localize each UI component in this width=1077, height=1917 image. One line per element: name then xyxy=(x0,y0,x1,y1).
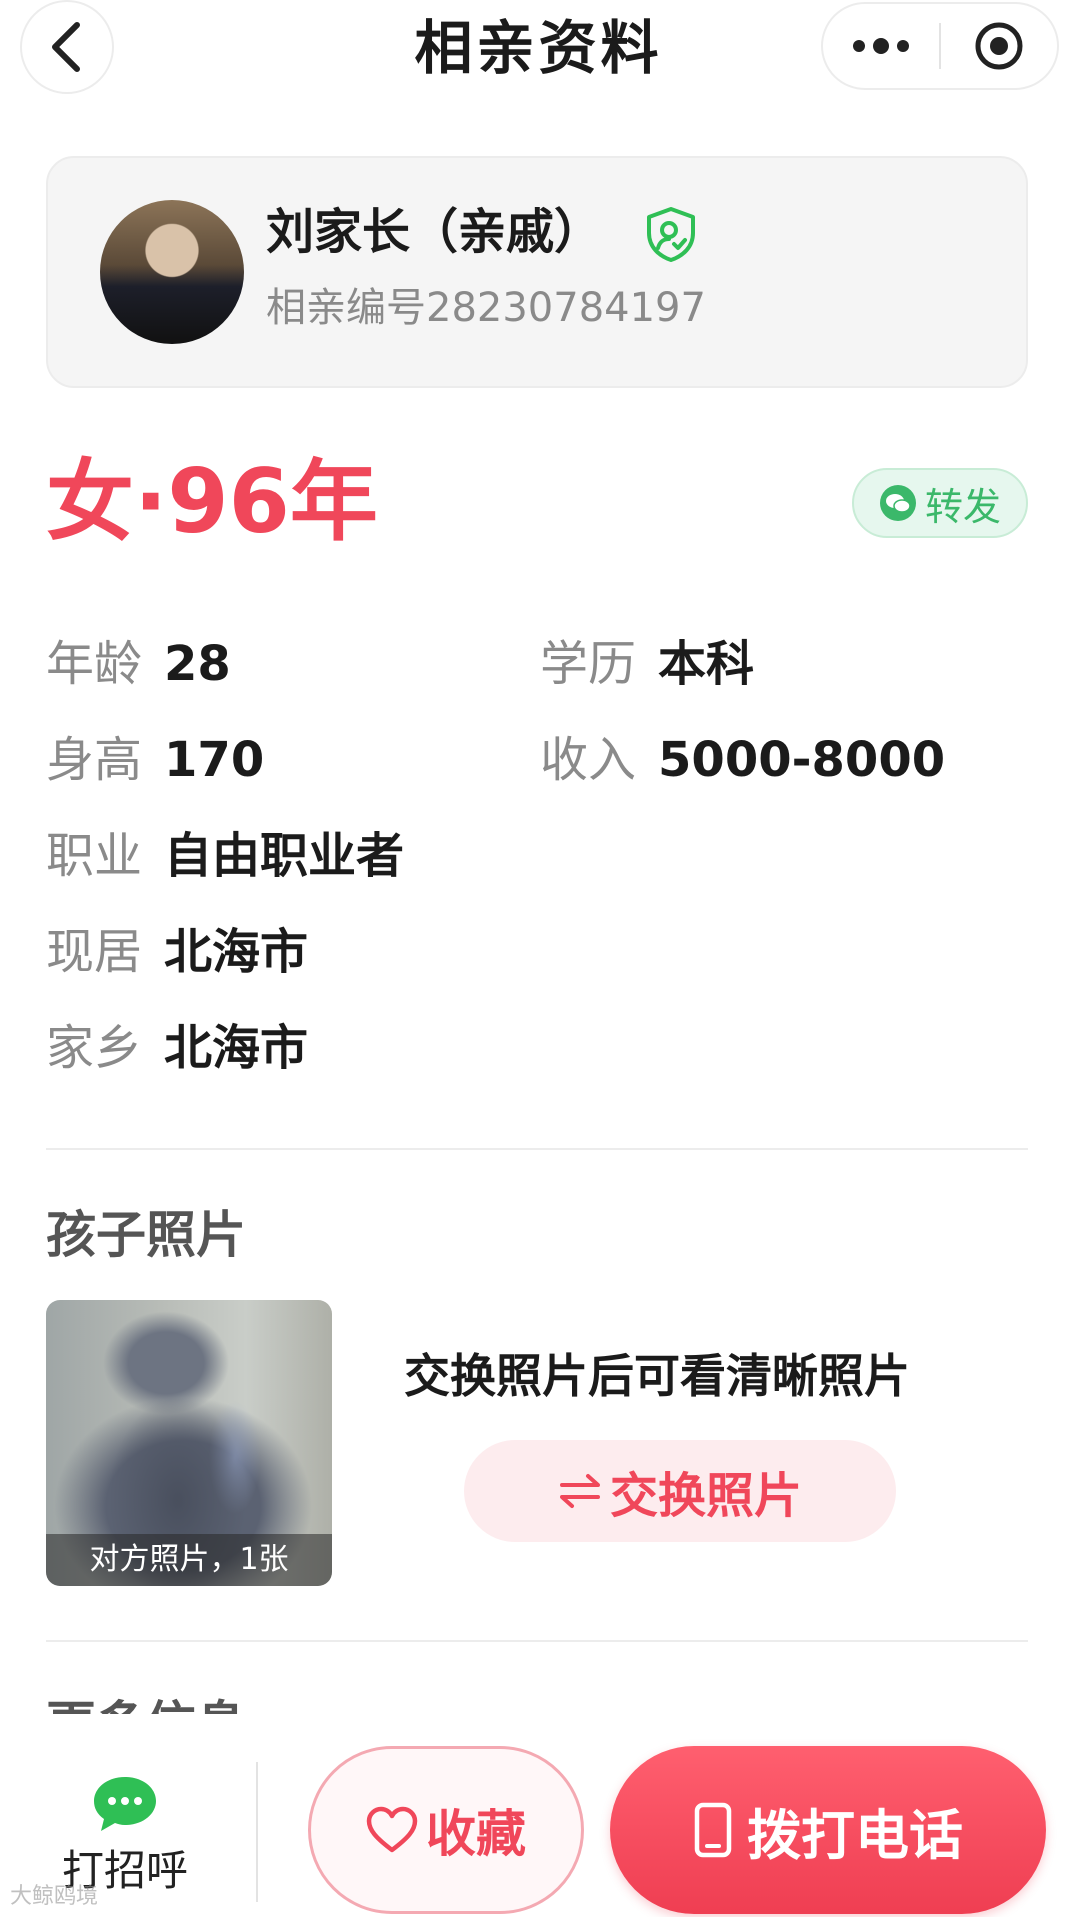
exchange-arrows-icon xyxy=(559,1474,600,1508)
share-label: 转发 xyxy=(924,484,1001,529)
favorite-button[interactable]: 收藏 xyxy=(308,1746,584,1914)
exchange-photo-label: 交换照片 xyxy=(609,1468,802,1524)
info-age-label: 年龄 xyxy=(46,636,143,692)
heart-icon xyxy=(366,1806,418,1853)
info-residence: 现居 北海市 xyxy=(46,920,308,984)
watermark: 大鲸鸥境 xyxy=(10,1884,99,1909)
photo-exchange-hint: 交换照片后可看清晰照片 xyxy=(404,1349,910,1403)
info-income: 收入 5000-8000 xyxy=(540,728,945,792)
wechat-icon xyxy=(879,485,916,521)
photo-section-title: 孩子照片 xyxy=(46,1206,246,1264)
info-hometown-label: 家乡 xyxy=(46,1020,143,1076)
info-education-value: 本科 xyxy=(658,636,755,692)
share-button[interactable]: 转发 xyxy=(852,468,1028,538)
info-age: 年龄 28 xyxy=(46,632,231,696)
chat-bubble-icon xyxy=(94,1777,156,1831)
favorite-label: 收藏 xyxy=(426,1805,526,1863)
more-info-title: 更多信息 xyxy=(46,1690,246,1714)
info-age-value: 28 xyxy=(164,636,231,692)
matchmaker-card[interactable]: 刘家长（亲戚） 相亲编号28230784197 xyxy=(46,156,1028,388)
info-height-value: 170 xyxy=(164,732,265,788)
target-icon xyxy=(975,22,1023,70)
call-button[interactable]: 拨打电话 xyxy=(610,1746,1046,1914)
more-menu-button[interactable] xyxy=(823,4,939,88)
info-job: 职业 自由职业者 xyxy=(46,824,404,888)
more-dots-icon xyxy=(853,38,909,54)
info-residence-label: 现居 xyxy=(46,924,143,980)
profile-id: 相亲编号28230784197 xyxy=(266,285,706,331)
info-job-value: 自由职业者 xyxy=(164,828,405,884)
section-divider xyxy=(46,1148,1028,1150)
verified-shield-icon xyxy=(647,207,695,262)
matchmaker-name: 刘家长（亲戚） xyxy=(266,204,603,260)
call-label: 拨打电话 xyxy=(747,1803,963,1867)
info-height: 身高 170 xyxy=(46,728,264,792)
bottom-bar-divider xyxy=(256,1762,258,1902)
info-education: 学历 本科 xyxy=(540,632,754,696)
info-height-label: 身高 xyxy=(46,732,143,788)
info-education-label: 学历 xyxy=(540,636,637,692)
info-residence-value: 北海市 xyxy=(164,924,309,980)
mini-program-capsule xyxy=(821,2,1059,90)
section-divider xyxy=(46,1640,1028,1642)
gender-birthyear-headline: 女·96年 xyxy=(46,450,378,553)
photo-caption: 对方照片，1张 xyxy=(46,1534,332,1586)
exchange-photo-button[interactable]: 交换照片 xyxy=(464,1440,896,1542)
info-hometown-value: 北海市 xyxy=(164,1020,309,1076)
info-hometown: 家乡 北海市 xyxy=(46,1016,308,1080)
info-income-label: 收入 xyxy=(540,732,637,788)
phone-icon xyxy=(694,1802,732,1858)
bottom-action-bar: 打招呼 收藏 拨打电话 xyxy=(0,1716,1077,1917)
close-mini-program-button[interactable] xyxy=(941,4,1057,88)
info-job-label: 职业 xyxy=(46,828,143,884)
blurred-photo[interactable]: 对方照片，1张 xyxy=(46,1300,332,1586)
avatar xyxy=(100,200,244,344)
info-income-value: 5000-8000 xyxy=(658,732,946,788)
